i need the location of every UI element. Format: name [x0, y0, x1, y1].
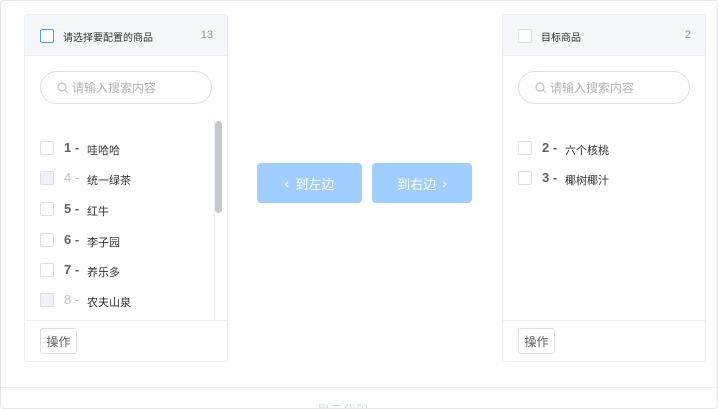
transfer-demo-frame: 请选择要配置的商品 13 1 - 哇哈哈 4 - 统一绿茶 5 - [0, 0, 718, 409]
source-panel-header: 请选择要配置的商品 13 [25, 15, 227, 56]
target-select-all-checkbox[interactable] [518, 29, 532, 43]
target-panel-count: 2 [684, 29, 691, 41]
target-panel-title: 目标商品 [541, 33, 581, 44]
chevron-left-icon: ‹ [284, 175, 290, 191]
source-panel-footer: 操作 [25, 320, 227, 361]
target-panel-footer: 操作 [503, 320, 705, 361]
item-checkbox[interactable] [40, 233, 54, 247]
target-search-input[interactable] [550, 79, 680, 97]
move-to-right-label: 到右边 [397, 176, 437, 192]
show-code-label[interactable]: 显示代码 [317, 400, 369, 408]
item-label: 红牛 [87, 206, 109, 218]
item-key: 1 - [64, 140, 80, 155]
item-key: 5 - [64, 201, 80, 216]
source-panel-title: 请选择要配置的商品 [63, 33, 153, 44]
source-search-box[interactable] [40, 71, 212, 104]
search-icon [535, 82, 547, 94]
item-checkbox [40, 171, 54, 185]
item-checkbox[interactable] [40, 202, 54, 216]
item-label: 李子园 [87, 237, 120, 249]
target-item-list[interactable]: 2 - 六个核桃 3 - 椰树椰汁 [503, 119, 705, 319]
item-key: 7 - [64, 262, 80, 277]
item-label: 六个核桃 [565, 145, 609, 157]
item-checkbox [40, 293, 54, 307]
move-to-right-button[interactable]: 到右边 › [372, 163, 472, 203]
item-label: 椰树椰汁 [565, 175, 609, 187]
item-checkbox[interactable] [40, 263, 54, 277]
search-icon [57, 82, 69, 94]
item-label: 养乐多 [87, 267, 120, 279]
target-operation-button[interactable]: 操作 [518, 328, 555, 354]
code-toggle-bar[interactable]: 显示代码 [1, 387, 717, 408]
item-key: 6 - [64, 232, 80, 247]
move-to-left-label: 到左边 [295, 176, 335, 192]
item-checkbox[interactable] [518, 171, 532, 185]
item-checkbox[interactable] [40, 141, 54, 155]
target-search-box[interactable] [518, 71, 690, 104]
item-key: 2 - [542, 140, 558, 155]
item-checkbox[interactable] [518, 141, 532, 155]
item-key: 3 - [542, 170, 558, 185]
item-label: 哇哈哈 [87, 145, 120, 157]
scrollbar-thumb[interactable] [215, 121, 222, 213]
target-panel-header: 目标商品 2 [503, 15, 705, 56]
source-item-list[interactable]: 1 - 哇哈哈 4 - 统一绿茶 5 - 红牛 6 - 李子园 7 - 养乐多 … [25, 119, 227, 319]
target-panel: 目标商品 2 2 - 六个核桃 3 - 椰树椰汁 操作 [502, 14, 706, 362]
item-key: 8 - [64, 292, 80, 307]
item-key: 4 - [64, 170, 80, 185]
source-panel: 请选择要配置的商品 13 1 - 哇哈哈 4 - 统一绿茶 5 - [24, 14, 228, 362]
item-label: 农夫山泉 [87, 297, 131, 309]
chevron-right-icon: › [442, 175, 447, 191]
source-panel-count: 13 [200, 29, 213, 41]
source-operation-button[interactable]: 操作 [40, 328, 77, 354]
move-to-left-button[interactable]: ‹ 到左边 [257, 163, 362, 203]
source-select-all-checkbox[interactable] [40, 29, 54, 43]
item-label: 统一绿茶 [87, 175, 131, 187]
source-search-input[interactable] [72, 79, 202, 97]
